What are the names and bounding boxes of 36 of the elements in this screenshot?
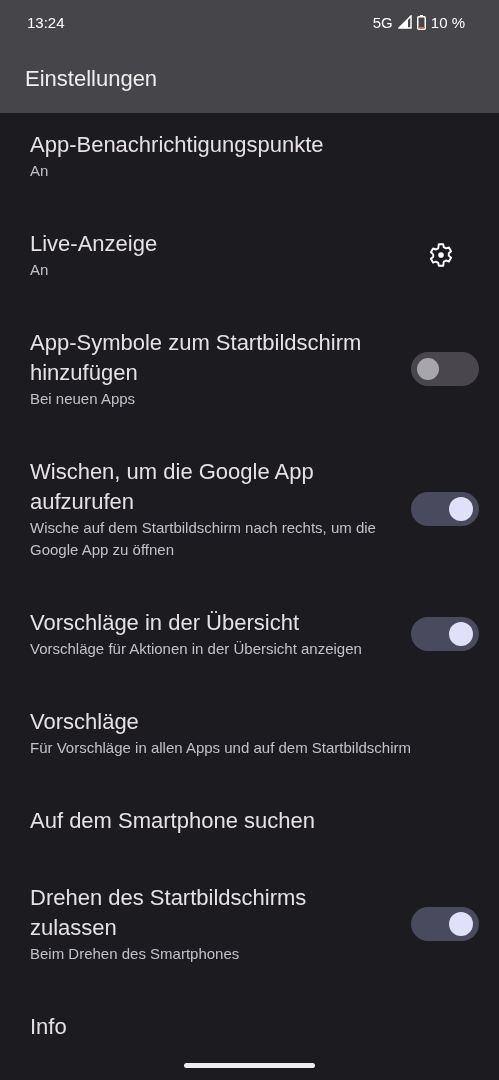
network-label: 5G (372, 13, 393, 31)
setting-summary: Beim Drehen des Smartphones (30, 944, 241, 964)
settings-item[interactable]: App-Benachrichtigungspunkte An (0, 106, 499, 205)
settings-item[interactable]: Vorschläge Für Vorschläge in allen Apps und auf dem Startbildschirm (0, 683, 499, 782)
clock: 13:24 (27, 13, 65, 31)
setting-title: Vorschläge (30, 708, 140, 736)
setting-summary: An (30, 161, 50, 181)
setting-title: App-Benachrichtigungspunkte (30, 131, 325, 159)
toggle-switch[interactable] (411, 617, 479, 651)
setting-summary: Bei neuen Apps (30, 389, 137, 409)
setting-summary: Vorschläge für Aktionen in der Übersicht anzeigen (30, 639, 363, 659)
setting-title: Info (30, 1013, 68, 1041)
screen-title: Einstellungen (25, 65, 158, 92)
setting-title: Drehen des Startbildschirms zulassen (30, 884, 308, 942)
setting-title: Auf dem Smartphone suchen (30, 807, 316, 835)
setting-title: Live-Anzeige (30, 230, 159, 258)
setting-title: Wischen, um die Google App aufzurufen (30, 458, 315, 516)
setting-title: App-Symbole zum Startbildschirm hinzufügen (30, 329, 363, 387)
setting-summary: Für Vorschläge in allen Apps und auf dem Startbildschirm (30, 738, 413, 758)
toggle-switch[interactable] (411, 492, 479, 526)
settings-item[interactable]: Wischen, um die Google App aufzurufen Wische auf dem Startbildschirm nach rechts, um die Google App zu öffnen (0, 433, 499, 584)
settings-item[interactable]: Info (0, 988, 499, 1065)
settings-item[interactable]: Drehen des Startbildschirms zulassen Beim Drehen des Smartphones (0, 859, 499, 988)
settings-icon[interactable] (428, 242, 454, 268)
setting-summary: An (30, 260, 50, 280)
settings-item[interactable]: Auf dem Smartphone suchen (0, 782, 499, 859)
setting-summary: Wische auf dem Startbildschirm nach rechts, um die Google App zu öffnen (30, 518, 377, 560)
battery-percent: 10 % (430, 13, 465, 31)
setting-title: Vorschläge in der Übersicht (30, 609, 301, 637)
toggle-switch[interactable] (411, 352, 479, 386)
signal-icon (397, 15, 412, 29)
toggle-switch[interactable] (411, 907, 479, 941)
battery-icon (416, 14, 426, 30)
settings-item[interactable]: App-Symbole zum Startbildschirm hinzufügen Bei neuen Apps (0, 304, 499, 433)
settings-item[interactable]: Live-Anzeige An (0, 205, 499, 304)
settings-item[interactable]: Vorschläge in der Übersicht Vorschläge für Aktionen in der Übersicht anzeigen (0, 584, 499, 683)
